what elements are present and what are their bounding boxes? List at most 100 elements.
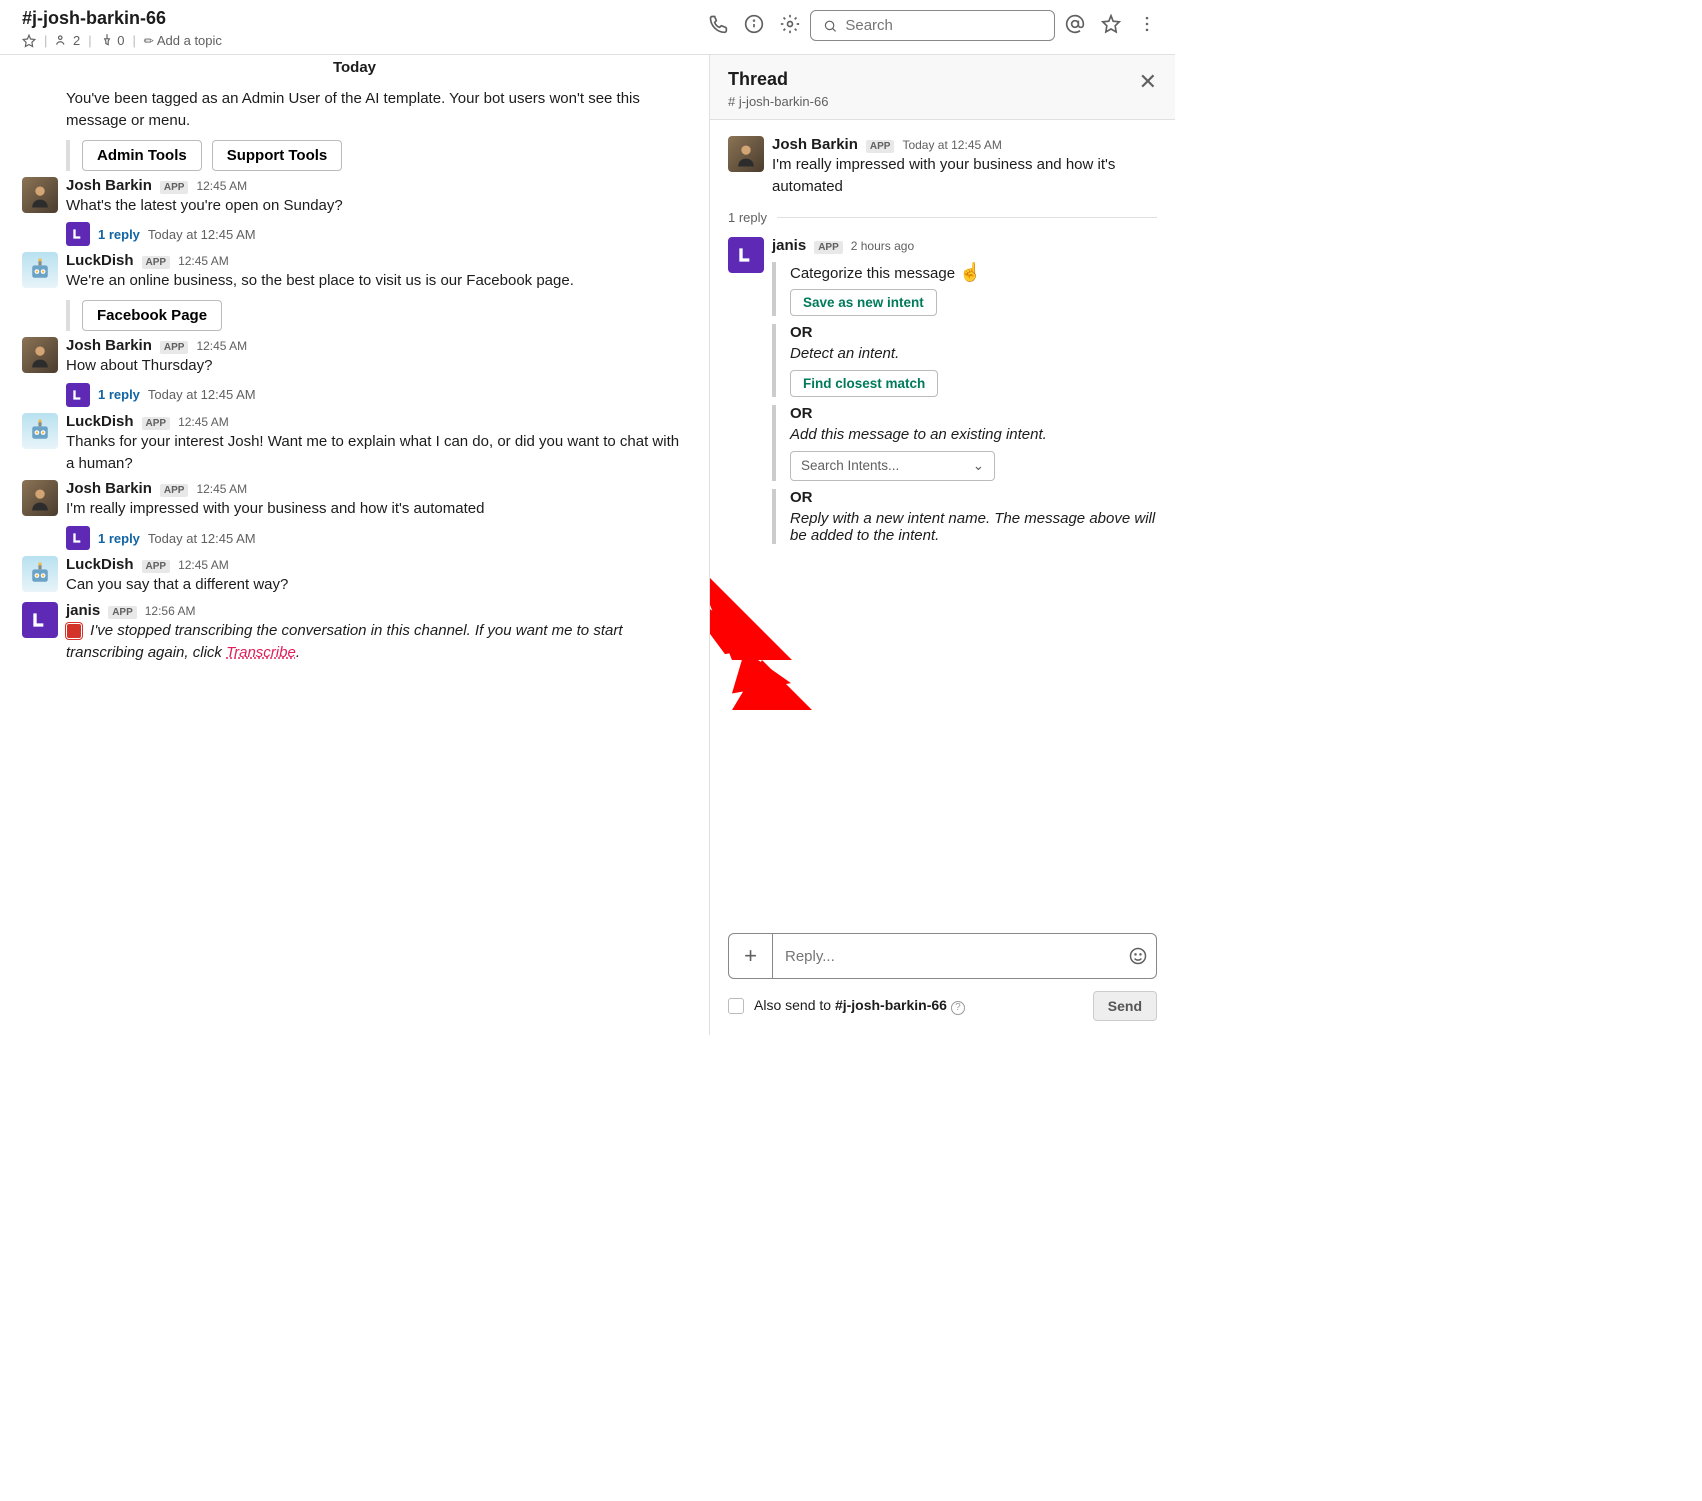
phone-icon[interactable] xyxy=(708,14,728,34)
avatar[interactable] xyxy=(22,252,58,288)
message-author[interactable]: LuckDish xyxy=(66,252,134,269)
message-row: LuckDish APP 12:45 AM Thanks for your in… xyxy=(0,409,709,477)
message-author[interactable]: Josh Barkin xyxy=(66,480,152,497)
message-row: Josh Barkin APP 12:45 AM How about Thurs… xyxy=(0,333,709,409)
stop-icon xyxy=(66,623,82,639)
add-topic[interactable]: ✎ Add a topic xyxy=(144,33,222,48)
message-text: We're an online business, so the best pl… xyxy=(66,270,691,292)
message-time: 12:45 AM xyxy=(178,558,229,572)
channel-name[interactable]: #j-josh-barkin-66 xyxy=(22,8,698,29)
message-author[interactable]: LuckDish xyxy=(66,556,134,573)
message-author[interactable]: janis xyxy=(772,237,806,254)
message-row: janis APP 12:56 AM I've stopped transcri… xyxy=(0,598,709,666)
message-author[interactable]: Josh Barkin xyxy=(772,136,858,153)
app-badge: APP xyxy=(108,606,137,619)
app-badge: APP xyxy=(160,341,189,354)
intent-block: OR Detect an intent. Find closest match xyxy=(772,324,1157,397)
find-match-button[interactable]: Find closest match xyxy=(790,370,938,397)
app-badge: APP xyxy=(142,256,171,269)
app-badge: APP xyxy=(866,140,895,153)
members-count[interactable]: 2 xyxy=(55,33,80,48)
search-input[interactable] xyxy=(845,17,1042,34)
intent-block: OR Reply with a new intent name. The mes… xyxy=(772,489,1157,544)
avatar[interactable] xyxy=(22,413,58,449)
app-badge: APP xyxy=(142,560,171,573)
also-send-checkbox[interactable] xyxy=(728,998,744,1014)
arrow-annotation xyxy=(710,560,822,714)
message-text: Can you say that a different way? xyxy=(66,574,691,596)
support-tools-button[interactable]: Support Tools xyxy=(212,140,343,171)
app-badge: APP xyxy=(160,181,189,194)
reply-link[interactable]: 1 reply xyxy=(98,531,140,546)
transcribe-link[interactable]: Transcribe xyxy=(226,644,296,661)
message-row: LuckDish APP 12:45 AM Can you say that a… xyxy=(0,552,709,598)
avatar[interactable] xyxy=(22,177,58,213)
intent-sub: Detect an intent. xyxy=(790,345,1157,362)
close-icon[interactable]: ✕ xyxy=(1139,69,1157,95)
or-label: OR xyxy=(790,405,1157,422)
reply-avatar[interactable] xyxy=(66,222,90,246)
search-intents-select[interactable]: Search Intents... ⌄ xyxy=(790,451,995,481)
message-time: 2 hours ago xyxy=(851,239,914,253)
message-author[interactable]: Josh Barkin xyxy=(66,177,152,194)
reply-time: Today at 12:45 AM xyxy=(148,227,256,242)
or-label: OR xyxy=(790,489,1157,506)
message-author[interactable]: LuckDish xyxy=(66,413,134,430)
categorize-label: Categorize this message ☝️ xyxy=(790,262,1157,283)
intent-block: Categorize this message ☝️ Save as new i… xyxy=(772,262,1157,316)
reply-time: Today at 12:45 AM xyxy=(148,387,256,402)
info-icon[interactable] xyxy=(744,14,764,34)
message-text: I've stopped transcribing the conversati… xyxy=(66,620,691,664)
reply-input[interactable] xyxy=(773,938,1120,975)
reply-avatar[interactable] xyxy=(66,383,90,407)
message-time: 12:45 AM xyxy=(178,254,229,268)
save-intent-button[interactable]: Save as new intent xyxy=(790,289,937,316)
admin-tools-button[interactable]: Admin Tools xyxy=(82,140,202,171)
channel-header: #j-josh-barkin-66 | 2 | 0 | ✎ Add a topi… xyxy=(0,0,1175,55)
avatar[interactable] xyxy=(22,337,58,373)
avatar[interactable] xyxy=(728,136,764,172)
message-time: 12:56 AM xyxy=(145,604,196,618)
gear-icon[interactable] xyxy=(780,14,800,34)
chevron-down-icon: ⌄ xyxy=(973,458,984,474)
reply-time: Today at 12:45 AM xyxy=(148,531,256,546)
reply-count-divider: 1 reply xyxy=(710,202,1175,233)
more-icon[interactable] xyxy=(1137,14,1157,34)
date-divider: Today xyxy=(0,55,709,84)
message-text: What's the latest you're open on Sunday? xyxy=(66,195,691,217)
intent-block: OR Add this message to an existing inten… xyxy=(772,405,1157,481)
message-list: Today You've been tagged as an Admin Use… xyxy=(0,55,710,1035)
avatar[interactable] xyxy=(22,556,58,592)
send-button[interactable]: Send xyxy=(1093,991,1157,1021)
reply-avatar[interactable] xyxy=(66,526,90,550)
search-box[interactable] xyxy=(810,10,1055,41)
avatar[interactable] xyxy=(22,480,58,516)
mentions-icon[interactable] xyxy=(1065,14,1085,34)
app-badge: APP xyxy=(142,417,171,430)
avatar[interactable] xyxy=(728,237,764,273)
star-icon[interactable] xyxy=(22,34,36,48)
thread-subtitle[interactable]: # j-josh-barkin-66 xyxy=(728,94,828,109)
message-author[interactable]: janis xyxy=(66,602,100,619)
message-text: How about Thursday? xyxy=(66,355,691,377)
message-time: 12:45 AM xyxy=(196,482,247,496)
help-icon[interactable]: ? xyxy=(951,1001,965,1015)
admin-message: You've been tagged as an Admin User of t… xyxy=(0,84,709,173)
thread-panel: Thread # j-josh-barkin-66 ✕ Josh Barkin … xyxy=(710,55,1175,1035)
reply-link[interactable]: 1 reply xyxy=(98,227,140,242)
message-time: 12:45 AM xyxy=(178,415,229,429)
app-badge: APP xyxy=(814,241,843,254)
star-outline-icon[interactable] xyxy=(1101,14,1121,34)
reply-link[interactable]: 1 reply xyxy=(98,387,140,402)
intent-sub: Add this message to an existing intent. xyxy=(790,426,1157,443)
message-author[interactable]: Josh Barkin xyxy=(66,337,152,354)
message-time: 12:45 AM xyxy=(196,179,247,193)
thread-title: Thread xyxy=(728,69,828,90)
avatar[interactable] xyxy=(22,602,58,638)
app-badge: APP xyxy=(160,484,189,497)
pins-count[interactable]: 0 xyxy=(100,33,125,48)
message-text: Thanks for your interest Josh! Want me t… xyxy=(66,431,691,475)
emoji-icon[interactable] xyxy=(1120,946,1156,966)
attach-button[interactable]: + xyxy=(729,934,773,978)
message-action-button[interactable]: Facebook Page xyxy=(82,300,222,331)
